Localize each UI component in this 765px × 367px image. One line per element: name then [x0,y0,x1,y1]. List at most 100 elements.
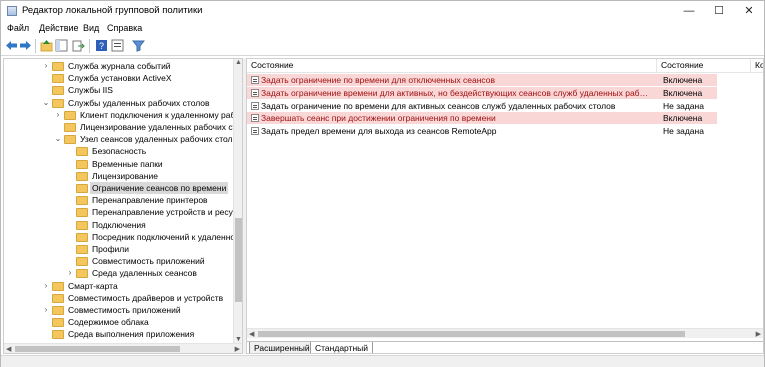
status-bar [1,355,764,367]
svg-text:?: ? [99,41,104,51]
tree-item-label: Временные папки [92,158,163,169]
tree-hscroll-thumb[interactable] [15,346,180,352]
folder-icon [76,257,88,267]
tree-item-label: Перенаправление принтеров [92,195,208,206]
details-pane: Состояние Состояние Ко Задать ограничени… [246,58,764,354]
column-header-comment[interactable]: Ко [751,59,763,72]
folder-icon [76,232,88,242]
maximize-button[interactable]: ☐ [704,1,734,21]
folder-icon [52,330,64,340]
folder-icon [52,74,64,84]
folder-icon [76,196,88,206]
policy-row[interactable]: Задать ограничение по времени для отключ… [247,74,717,86]
policy-name: Задать ограничение по времени для активн… [261,100,616,111]
folder-icon [76,208,88,218]
folder-icon [64,110,76,120]
tree-item-label: Узел сеансов удаленных рабочих столов [80,134,242,145]
column-header-setting[interactable]: Состояние [247,59,657,72]
menu-bar: Файл Действие Вид Справка [1,22,764,36]
forward-icon[interactable] [19,39,32,52]
tree-expander-icon[interactable]: › [42,280,50,292]
up-icon[interactable] [40,39,53,52]
policy-row[interactable]: Задать ограничение времени для активных,… [247,86,717,99]
tree-vertical-scrollbar[interactable]: ▲ ▼ [233,59,242,343]
tree-item-label: Служба установки ActiveX [68,73,172,84]
tree-item-label: Перенаправление устройств и ресур [92,207,238,218]
list-horizontal-scrollbar[interactable]: ◀ ▶ [247,328,763,338]
help-icon[interactable]: ? [95,39,108,52]
show-hide-tree-icon[interactable] [55,39,68,52]
policy-name: Задать ограничение времени для активных,… [261,87,651,98]
tree-item-label: Посредник подключений к удаленно [92,231,236,242]
folder-icon [76,171,88,181]
close-button[interactable]: ✕ [734,1,764,21]
console-tree[interactable]: › Служба журнала событий Служба установки … [3,58,243,354]
tree-item-label: Совместимость приложений [92,256,205,267]
tree-expander-icon[interactable]: › [42,304,50,316]
tree-expander-icon[interactable]: › [54,109,62,121]
column-header-state[interactable]: Состояние [657,59,751,72]
policy-state: Включена [663,87,703,98]
folder-icon [64,135,76,145]
policy-setting-icon [251,101,259,110]
folder-icon [52,86,64,96]
tree-item-label: Совместимость драйверов и устройств [68,292,224,303]
tree-item-label: Лицензирование удаленных рабочих сто [80,122,242,132]
folder-icon [52,306,64,315]
folder-icon [76,245,88,254]
export-icon[interactable] [72,39,85,52]
folder-icon [76,159,88,169]
app-icon [7,6,17,16]
policy-setting-icon [251,76,259,84]
policy-state: Не задана [663,126,704,137]
tree-item-label: Среда выполнения приложения [68,329,195,340]
tree-expander-icon[interactable]: ⌄ [42,97,50,109]
tree-item-label: Безопасность [92,146,147,157]
folder-icon [52,62,64,71]
tab-extended[interactable]: Расширенный [249,342,315,353]
folder-icon [52,293,64,303]
tree-item-label: Совместимость приложений [68,305,181,315]
folder-icon [76,220,88,230]
policy-setting-icon [251,127,259,136]
filter-icon[interactable] [132,39,145,52]
menu-action[interactable]: Действие [39,23,79,33]
tree-item-label: Служба журнала событий [68,61,171,71]
menu-file[interactable]: Файл [7,23,29,33]
tree-item-label: Подключения [92,219,146,230]
back-icon[interactable] [5,39,18,52]
folder-icon [76,184,88,193]
folder-icon [52,281,64,291]
tab-standard[interactable]: Стандартный [310,342,374,353]
view-tabs: Расширенный Стандартный [247,341,763,353]
tree-scroll-thumb[interactable] [235,218,242,302]
policy-name: Задать предел времени для выхода из сеан… [261,126,497,137]
policy-row[interactable]: Завершать сеанс при достижении ограничен… [247,112,717,125]
tree-expander-icon[interactable]: › [42,60,50,72]
folder-icon [76,269,88,279]
policy-name: Задать ограничение по времени для отключ… [261,75,496,85]
title-bar[interactable]: Редактор локальной групповой политики — … [1,1,764,21]
menu-help[interactable]: Справка [107,23,142,33]
toolbar: ? [1,36,764,56]
tree-expander-icon[interactable]: ⌄ [54,133,62,145]
tree-horizontal-scrollbar[interactable]: ◀ ▶ [4,343,242,353]
group-policy-editor-window: Редактор локальной групповой политики — … [0,0,765,367]
menu-view[interactable]: Вид [83,23,99,33]
folder-icon [64,123,76,132]
tree-item-label: Службы IIS [68,85,113,96]
tree-item-label: Клиент подключения к удаленному рабо [80,109,241,120]
list-hscroll-thumb[interactable] [258,331,685,337]
policy-row[interactable]: Задать ограничение по времени для активн… [247,100,717,112]
properties-icon[interactable] [111,39,124,52]
policy-state: Не задана [663,100,704,111]
folder-icon [52,98,64,108]
tree-expander-icon[interactable]: › [66,267,74,279]
tree-item-label: Ограничение сеансов по времени [90,182,229,194]
tree-item-label: Содержимое облака [68,317,149,328]
policy-state: Включена [663,113,703,124]
minimize-button[interactable]: — [674,1,704,21]
tree-item-label: Среда удаленных сеансов [92,268,197,279]
policy-name: Завершать сеанс при достижении ограничен… [261,113,496,124]
policy-row[interactable]: Задать предел времени для выхода из сеан… [247,125,717,137]
